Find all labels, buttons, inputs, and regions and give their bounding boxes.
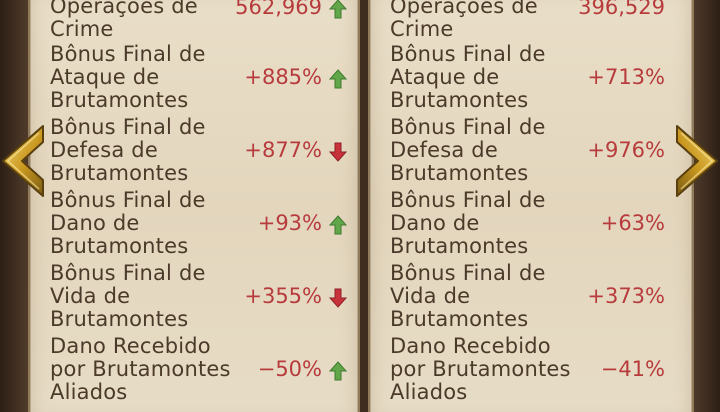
green-up-arrow-icon xyxy=(329,69,347,89)
left-stat-value: +877% xyxy=(244,138,322,162)
left-stat-label: Bônus Final de Dano de Brutamontes xyxy=(50,188,206,258)
right-stat-value: +373% xyxy=(587,284,665,308)
right-stat-row-damage-received: Dano Recebido por Brutamontes Aliados −4… xyxy=(370,334,692,406)
left-stat-value: 562,969 xyxy=(235,0,322,19)
left-stat-label: Dano Recebido por Brutamontes Aliados xyxy=(50,334,231,404)
green-up-arrow-icon xyxy=(329,361,347,381)
left-stats-panel: Operações de Crime 562,969 Bônus Final d… xyxy=(28,0,360,412)
left-stat-label: Operações de Crime xyxy=(50,0,198,41)
green-up-arrow-icon xyxy=(329,215,347,235)
left-stat-label: Bônus Final de Vida de Brutamontes xyxy=(50,261,206,331)
right-stat-label: Bônus Final de Dano de Brutamontes xyxy=(390,188,546,258)
right-stat-value: +63% xyxy=(600,211,665,235)
comparison-screen: Operações de Crime 562,969 Bônus Final d… xyxy=(0,0,720,412)
gold-chevron-left-icon xyxy=(2,125,44,197)
right-stats-panel: Operações de Crime 396,529 Bônus Final d… xyxy=(368,0,694,412)
left-stat-row-defense-bonus: Bônus Final de Defesa de Brutamontes +87… xyxy=(30,115,358,187)
left-stat-value: +885% xyxy=(244,65,322,89)
left-stat-value: +355% xyxy=(244,284,322,308)
red-down-arrow-icon xyxy=(329,142,347,162)
left-stat-label: Bônus Final de Ataque de Brutamontes xyxy=(50,42,206,112)
right-stat-label: Bônus Final de Defesa de Brutamontes xyxy=(390,115,546,185)
right-stat-label: Bônus Final de Ataque de Brutamontes xyxy=(390,42,546,112)
left-stat-row-damage-received: Dano Recebido por Brutamontes Aliados −5… xyxy=(30,334,358,406)
left-stat-row-attack-bonus: Bônus Final de Ataque de Brutamontes +88… xyxy=(30,42,358,114)
right-stat-value: 396,529 xyxy=(578,0,665,19)
left-stat-label: Bônus Final de Defesa de Brutamontes xyxy=(50,115,206,185)
right-stat-row-damage-bonus: Bônus Final de Dano de Brutamontes +63% xyxy=(370,188,692,260)
right-stat-value: −41% xyxy=(600,357,665,381)
left-stat-row-damage-bonus: Bônus Final de Dano de Brutamontes +93% xyxy=(30,188,358,260)
red-down-arrow-icon xyxy=(329,288,347,308)
left-stat-value: +93% xyxy=(257,211,322,235)
right-stat-row-defense-bonus: Bônus Final de Defesa de Brutamontes +97… xyxy=(370,115,692,187)
right-stat-value: +976% xyxy=(587,138,665,162)
gold-chevron-right-icon xyxy=(676,125,718,197)
left-stat-row-health-bonus: Bônus Final de Vida de Brutamontes +355% xyxy=(30,261,358,333)
right-stat-label: Operações de Crime xyxy=(390,0,538,41)
right-stat-value: +713% xyxy=(587,65,665,89)
previous-button[interactable] xyxy=(0,124,46,198)
right-stat-row-attack-bonus: Bônus Final de Ataque de Brutamontes +71… xyxy=(370,42,692,114)
right-stat-row-health-bonus: Bônus Final de Vida de Brutamontes +373% xyxy=(370,261,692,333)
green-up-arrow-icon xyxy=(329,0,347,19)
left-stat-value: −50% xyxy=(257,357,322,381)
right-stat-label: Dano Recebido por Brutamontes Aliados xyxy=(390,334,571,404)
next-button[interactable] xyxy=(674,124,720,198)
right-stat-label: Bônus Final de Vida de Brutamontes xyxy=(390,261,546,331)
